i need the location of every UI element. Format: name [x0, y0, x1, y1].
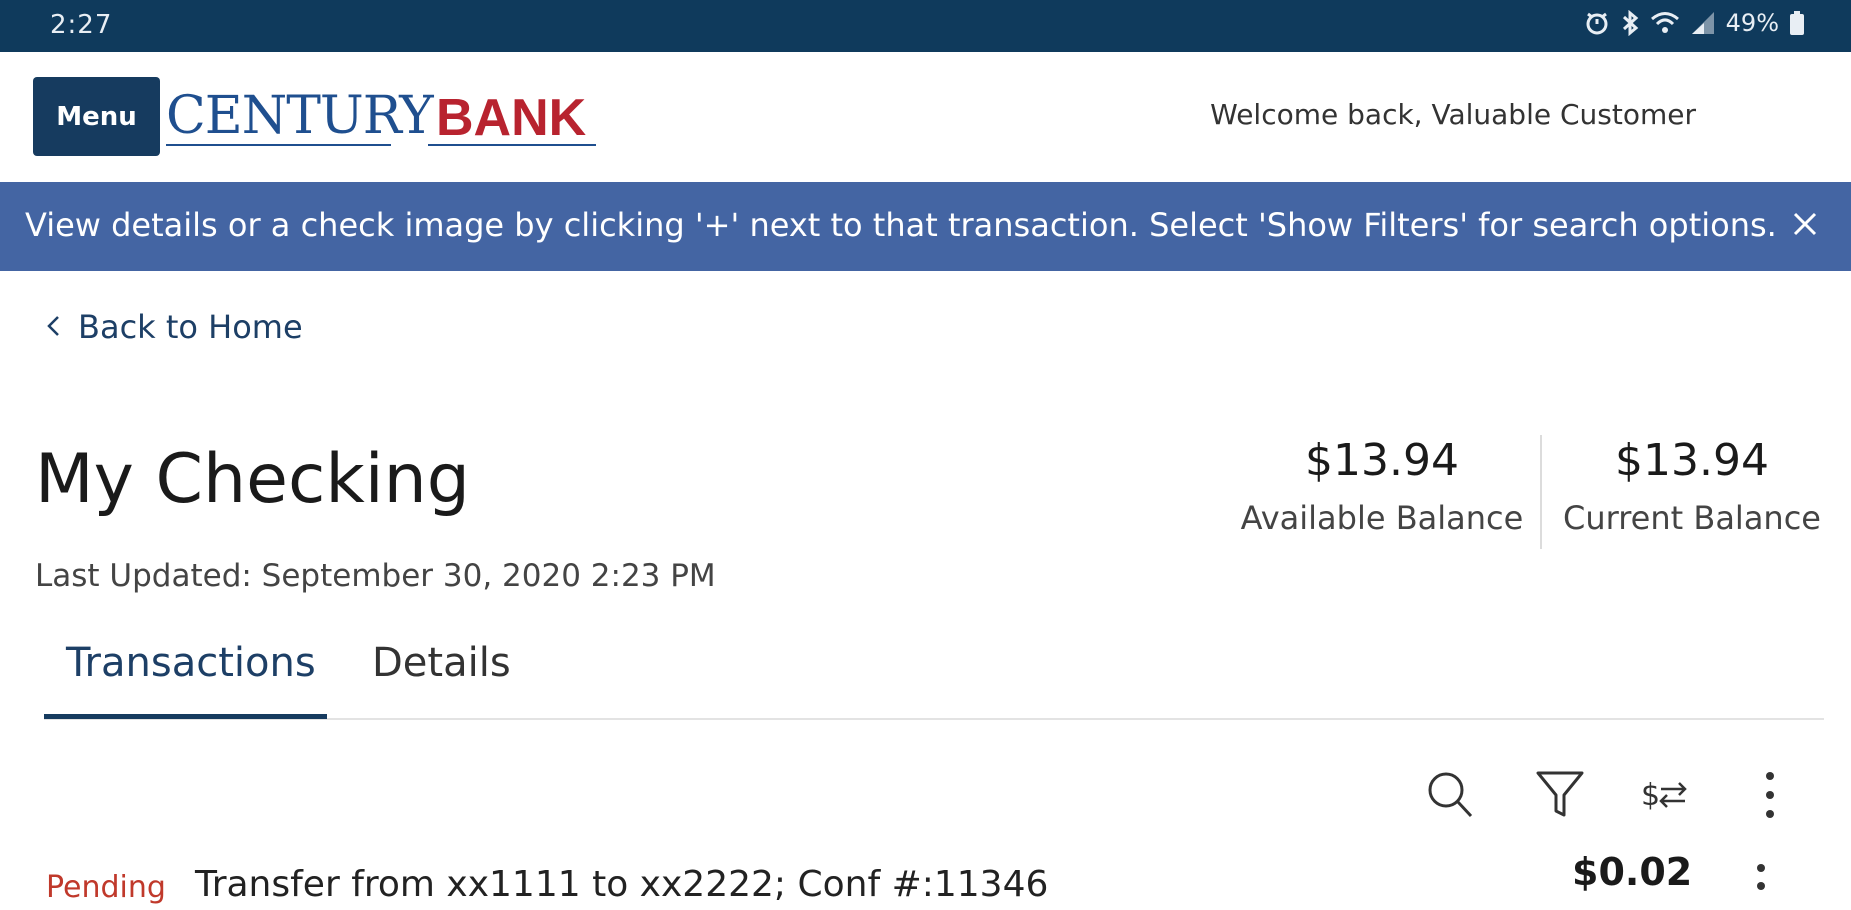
transaction-description: Transfer from xx1111 to xx2222; Conf #:1… [195, 864, 1049, 905]
alarm-icon [1584, 10, 1610, 36]
signal-icon [1690, 10, 1716, 36]
status-icons: 49% [1584, 9, 1805, 37]
account-tabs: Transactions Details [44, 630, 1824, 720]
transaction-amount: $0.02 [1572, 850, 1693, 894]
logo-underline-right [428, 144, 596, 146]
transfer-icon[interactable]: $ [1634, 765, 1694, 825]
welcome-message: Welcome back, Valuable Customer [1210, 98, 1696, 131]
status-time: 2:27 [50, 10, 113, 40]
app-header: Menu CENTURY BANK Welcome back, Valuable… [0, 52, 1851, 182]
transaction-row[interactable]: Pending Transfer from xx1111 to xx2222; … [0, 850, 1851, 910]
transaction-more-icon[interactable] [1736, 862, 1786, 902]
menu-button[interactable]: Menu [33, 77, 160, 156]
active-tab-indicator [44, 714, 327, 719]
available-balance: $13.94 Available Balance [1232, 435, 1532, 537]
available-balance-amount: $13.94 [1305, 435, 1459, 486]
info-banner: View details or a check image by clickin… [0, 182, 1851, 271]
century-bank-logo[interactable]: CENTURY BANK [166, 82, 596, 152]
wifi-icon [1650, 10, 1680, 36]
filter-icon[interactable] [1530, 765, 1590, 825]
logo-bank-text: BANK [436, 89, 587, 147]
transactions-toolbar: $ [1420, 765, 1800, 825]
more-vertical-icon[interactable] [1740, 765, 1800, 825]
close-icon[interactable] [1785, 204, 1825, 244]
status-bar: 2:27 49% [0, 0, 1851, 52]
current-balance-label: Current Balance [1563, 499, 1821, 537]
search-icon[interactable] [1420, 765, 1480, 825]
account-title: My Checking [35, 440, 470, 519]
balances: $13.94 Available Balance $13.94 Current … [1232, 435, 1832, 551]
logo-century-text: CENTURY [166, 86, 434, 146]
available-balance-label: Available Balance [1240, 499, 1524, 537]
tab-details[interactable]: Details [372, 640, 511, 686]
chevron-left-icon [46, 308, 60, 346]
bluetooth-icon [1620, 10, 1640, 36]
current-balance-amount: $13.94 [1615, 435, 1769, 486]
banner-message: View details or a check image by clickin… [25, 206, 1777, 244]
logo-underline-left [166, 144, 391, 146]
back-to-home-label: Back to Home [78, 308, 303, 346]
svg-text:$: $ [1641, 778, 1660, 813]
battery-level: 49% [1725, 9, 1779, 37]
current-balance: $13.94 Current Balance [1542, 435, 1842, 537]
back-to-home-link[interactable]: Back to Home [46, 308, 303, 346]
tab-transactions[interactable]: Transactions [66, 640, 316, 686]
battery-icon [1789, 10, 1805, 36]
last-updated: Last Updated: September 30, 2020 2:23 PM [35, 558, 716, 594]
